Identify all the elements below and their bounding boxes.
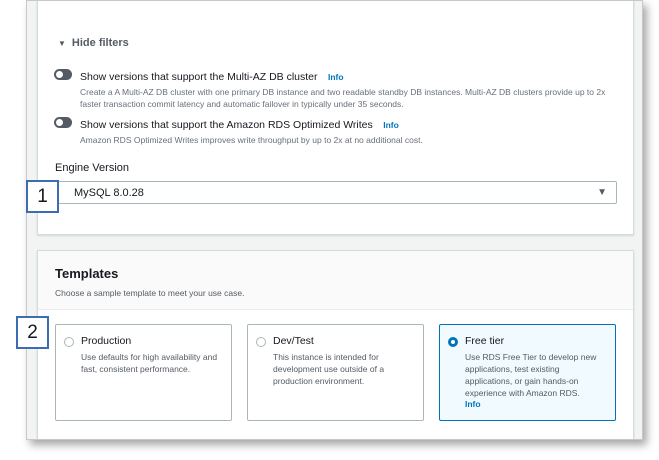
multi-az-info-link[interactable]: Info [328,72,344,82]
optimized-writes-filter-description: Amazon RDS Optimized Writes improves wri… [80,135,423,145]
engine-options-panel: ▼ Hide filters Show versions that suppor… [37,1,634,235]
free-tier-radio[interactable] [448,337,458,347]
dev-test-radio[interactable] [256,337,266,347]
free-tier-info-link[interactable]: Info [465,399,607,409]
multi-az-filter-title: Show versions that support the Multi-AZ … [80,71,318,83]
optimized-writes-filter-title: Show versions that support the Amazon RD… [80,119,373,131]
callout-2: 2 [16,316,49,349]
templates-header [38,251,633,310]
multi-az-toggle-switch[interactable] [54,69,72,80]
engine-version-value: MySQL 8.0.28 [74,186,144,199]
templates-title: Templates [55,266,119,281]
hide-filters-label: Hide filters [71,37,129,49]
template-card-production[interactable]: Production Use defaults for high availab… [55,324,232,421]
free-tier-description: Use RDS Free Tier to develop new applica… [465,352,597,398]
rds-create-database-window: ▼ Hide filters Show versions that suppor… [26,0,643,440]
engine-version-select[interactable]: MySQL 8.0.28 ▼ [55,181,617,204]
optimized-writes-filter: Show versions that support the Amazon RD… [54,115,624,146]
template-card-dev-test[interactable]: Dev/Test This instance is intended for d… [247,324,424,421]
free-tier-title: Free tier [465,335,505,347]
optimized-writes-toggle-switch[interactable] [54,117,72,128]
hide-filters-toggle[interactable]: ▼ Hide filters [58,37,129,49]
dev-test-title: Dev/Test [273,335,314,347]
templates-panel: Templates Choose a sample template to me… [37,250,634,439]
engine-version-label: Engine Version [55,162,129,174]
production-title: Production [81,335,132,347]
production-radio[interactable] [64,337,74,347]
callout-1: 1 [26,180,59,213]
optimized-writes-info-link[interactable]: Info [383,120,399,130]
multi-az-filter-description: Create a A Multi-AZ DB cluster with one … [80,87,606,109]
caret-down-icon: ▼ [58,38,66,48]
production-description: Use defaults for high availability and f… [81,352,218,374]
multi-az-filter: Show versions that support the Multi-AZ … [54,67,624,110]
template-card-free-tier[interactable]: Free tier Use RDS Free Tier to develop n… [439,324,616,421]
templates-description: Choose a sample template to meet your us… [55,288,245,298]
dev-test-description: This instance is intended for developmen… [273,352,385,386]
dropdown-arrow-icon: ▼ [597,187,607,198]
